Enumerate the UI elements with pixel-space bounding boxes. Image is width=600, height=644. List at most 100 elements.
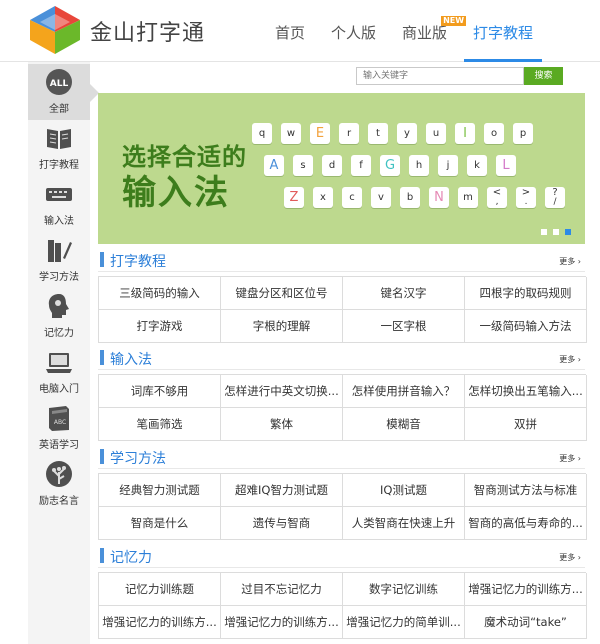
article-link[interactable]: 智商测试方法与标准 [465, 474, 587, 507]
article-link[interactable]: 一级简码输入方法 [465, 310, 587, 343]
brain-head-icon [48, 294, 69, 318]
keyboard-key-sub: . [524, 197, 528, 207]
keyboard-key: >. [516, 187, 536, 208]
article-link[interactable]: 智商是什么 [99, 507, 221, 540]
keyboard-key: j [438, 155, 458, 176]
sidebar-item-computer-basics[interactable]: 电脑入门 [28, 344, 90, 400]
keyboard-row: AsdfGhjkL [264, 155, 525, 176]
section-header-typing: 打字教程 更多 [98, 250, 585, 272]
keyboard-row: Zx c v b Nm <, >. ? / [284, 187, 574, 208]
article-link[interactable]: 过目不忘记忆力 [221, 573, 343, 606]
book-icon [47, 129, 71, 149]
keyboard-key: m [458, 187, 478, 208]
article-link[interactable]: 键名汉字 [343, 277, 465, 310]
article-link[interactable]: 怎样切换出五笔输入... [465, 375, 587, 408]
more-link[interactable]: 更多 [559, 552, 581, 563]
more-link[interactable]: 更多 [559, 453, 581, 464]
keyboard-key: s [293, 155, 313, 176]
section-title[interactable]: 学习方法 [110, 448, 166, 468]
keyboard-key: o [484, 123, 504, 144]
article-link[interactable]: 繁体 [221, 408, 343, 441]
section-title[interactable]: 输入法 [110, 349, 152, 369]
keyboard-key: h [409, 155, 429, 176]
article-link[interactable]: 怎样进行中英文切换... [221, 375, 343, 408]
article-grid-typing: 三级简码的输入 键盘分区和区位号 键名汉字 四根字的取码规则打字游戏 字根的理解 一区字根… [98, 276, 587, 343]
books-pen-icon [48, 240, 72, 262]
article-link[interactable]: 数字记忆训练 [343, 573, 465, 606]
search-input[interactable] [356, 67, 524, 85]
keyboard-icon [46, 188, 72, 201]
article-link[interactable]: 人类智商在快速上升 [343, 507, 465, 540]
keyboard-key: y [397, 123, 417, 144]
nav-personal[interactable]: 个人版 [318, 0, 389, 62]
article-link[interactable]: 字根的理解 [221, 310, 343, 343]
brand-name[interactable]: 金山打字通 [90, 15, 205, 47]
section-accent-bar [100, 350, 104, 365]
sidebar-item-input-method[interactable]: 输入法 [28, 176, 90, 232]
search-button[interactable]: 搜索 [524, 67, 563, 85]
article-link[interactable]: 打字游戏 [99, 310, 221, 343]
article-link[interactable]: 一区字根 [343, 310, 465, 343]
hero-banner[interactable]: 选择合适的 输入法 qwErtyuIop AsdfGhjkL Zx c v b Nm <,… [98, 93, 585, 244]
sidebar-item-study-methods[interactable]: 学习方法 [28, 232, 90, 288]
keyboard-key: d [322, 155, 342, 176]
keyboard-key: v [371, 187, 391, 208]
article-link[interactable]: 键盘分区和区位号 [221, 277, 343, 310]
keyboard-row: qwErtyuIop [252, 123, 542, 144]
nav-home[interactable]: 首页 [262, 0, 318, 62]
sidebar-item-label: 全部 [49, 104, 69, 115]
keyboard-key: G [380, 155, 400, 176]
section-title[interactable]: 打字教程 [110, 251, 166, 271]
keyboard-key: N [429, 187, 449, 208]
article-link[interactable]: 词库不够用 [99, 375, 221, 408]
keyboard-key: L [496, 155, 516, 176]
more-link[interactable]: 更多 [559, 256, 581, 267]
article-link[interactable]: 怎样使用拼音输入？ [343, 375, 465, 408]
sidebar-item-label: 学习方法 [39, 272, 79, 283]
abc-book-icon: ABC [49, 406, 69, 431]
article-link[interactable]: 智商的高低与寿命的... [465, 507, 587, 540]
article-link[interactable]: 增强记忆力的简单训... [343, 606, 465, 639]
keyboard-key: k [467, 155, 487, 176]
sidebar-item-memory[interactable]: 记忆力 [28, 288, 90, 344]
article-link[interactable]: 笔画筛选 [99, 408, 221, 441]
sidebar-item-label: 英语学习 [39, 440, 79, 451]
keyboard-key: c [342, 187, 362, 208]
laptop-icon [46, 353, 72, 373]
sidebar-item-quotes[interactable]: 励志名言 [28, 456, 90, 512]
slide-dot-active[interactable] [565, 229, 571, 235]
keyboard-key: Z [284, 187, 304, 208]
site-header: 金山打字通 首页 个人版 商业版 NEW 打字教程 [0, 0, 600, 62]
keyboard-key: I [455, 123, 475, 144]
nav-typing-tutorial[interactable]: 打字教程 [460, 0, 546, 62]
keyboard-key: t [368, 123, 388, 144]
more-link[interactable]: 更多 [559, 354, 581, 365]
sidebar-item-english[interactable]: ABC 英语学习 [28, 400, 90, 456]
slide-dot[interactable] [553, 229, 559, 235]
article-link[interactable]: 增强记忆力的训练方... [99, 606, 221, 639]
sidebar-item-all[interactable]: ALL 全部 [28, 64, 99, 120]
article-link[interactable]: 魔术动词“take” [465, 606, 587, 639]
keyboard-key: u [426, 123, 446, 144]
article-link[interactable]: 遗传与智商 [221, 507, 343, 540]
article-link[interactable]: 增强记忆力的训练方... [221, 606, 343, 639]
kingsoft-logo-icon[interactable] [28, 4, 82, 56]
article-link[interactable]: 三级简码的输入 [99, 277, 221, 310]
article-link[interactable]: 增强记忆力的训练方... [465, 573, 587, 606]
sidebar-item-typing[interactable]: 打字教程 [28, 120, 90, 176]
keyboard-key-sub: / [553, 197, 557, 207]
all-icon-text: ALL [50, 79, 69, 89]
article-link[interactable]: 记忆力训练题 [99, 573, 221, 606]
section-header-input-method: 输入法 更多 [98, 348, 585, 370]
svg-text:ABC: ABC [54, 419, 66, 426]
section-header-memory: 记忆力 更多 [98, 546, 585, 568]
article-link[interactable]: 模糊音 [343, 408, 465, 441]
article-link[interactable]: 超难IQ智力测试题 [221, 474, 343, 507]
nav-business[interactable]: 商业版 NEW [389, 0, 467, 62]
article-link[interactable]: 四根字的取码规则 [465, 277, 587, 310]
article-link[interactable]: IQ测试题 [343, 474, 465, 507]
section-title[interactable]: 记忆力 [110, 547, 152, 567]
article-link[interactable]: 双拼 [465, 408, 587, 441]
slide-dot[interactable] [541, 229, 547, 235]
article-link[interactable]: 经典智力测试题 [99, 474, 221, 507]
